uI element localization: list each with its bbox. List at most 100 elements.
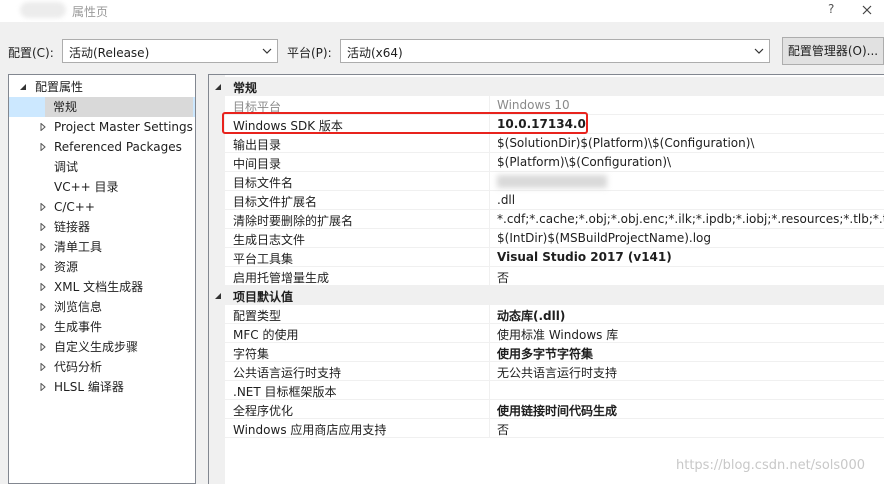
tree-item[interactable]: 资源 (9, 257, 195, 277)
window-title: 属性页 (72, 5, 109, 19)
property-name: 输出目录 (233, 138, 282, 152)
close-button[interactable] (856, 1, 878, 19)
property-value[interactable]: $(SolutionDir)$(Platform)\$(Configuratio… (497, 136, 754, 150)
tree-item[interactable]: HLSL 编译器 (9, 377, 195, 397)
property-name: 目标文件名 (233, 176, 294, 190)
property-grid: 常规 目标平台 Windows 10 Windows SDK 版本 10.0.1713… (208, 74, 884, 484)
property-name: .NET 目标框架版本 (233, 385, 337, 399)
config-toolbar: 配置(C): 活动(Release) 平台(P): 活动(x64) 配置管理器(… (0, 34, 884, 66)
column-divider (489, 305, 490, 324)
property-value[interactable]: *.cdf;*.cache;*.obj;*.obj.enc;*.ilk;*.ip… (497, 212, 884, 226)
property-row[interactable]: Windows 应用商店应用支持 否 (225, 419, 884, 438)
property-name: Windows 应用商店应用支持 (233, 423, 387, 437)
tree-item-label: HLSL 编译器 (54, 380, 124, 394)
expand-arrow-icon[interactable] (39, 223, 47, 231)
column-divider (489, 134, 490, 153)
property-value[interactable]: .dll (497, 193, 515, 207)
tree-item-label: 链接器 (54, 220, 91, 234)
tree-item[interactable]: 代码分析 (9, 357, 195, 377)
column-divider (489, 400, 490, 419)
expand-arrow-icon[interactable] (39, 363, 47, 371)
category-general[interactable]: 常规 (209, 77, 884, 96)
tree-item-label: VC++ 目录 (54, 180, 119, 194)
property-value[interactable]: 使用链接时间代码生成 (497, 402, 617, 419)
property-row[interactable]: MFC 的使用 使用标准 Windows 库 (225, 324, 884, 343)
property-value[interactable]: 否 (497, 421, 509, 438)
expand-arrow-icon[interactable] (39, 283, 47, 291)
property-row[interactable]: 配置类型 动态库(.dll) (225, 305, 884, 324)
property-row[interactable]: 公共语言运行时支持 无公共语言运行时支持 (225, 362, 884, 381)
column-divider (489, 153, 490, 172)
expand-arrow-icon[interactable] (39, 303, 47, 311)
expand-arrow-icon[interactable] (39, 383, 47, 391)
property-row[interactable]: 目标文件扩展名 .dll (225, 191, 884, 210)
config-dropdown[interactable]: 活动(Release) (62, 39, 278, 63)
tree-item[interactable]: VC++ 目录 (9, 177, 195, 197)
help-button[interactable]: ? (828, 2, 834, 16)
property-row[interactable]: 中间目录 $(Platform)\$(Configuration)\ (225, 153, 884, 172)
property-value[interactable]: Windows 10 (497, 98, 570, 112)
property-value[interactable]: $(Platform)\$(Configuration)\ (497, 155, 671, 169)
tree-item[interactable]: 常规 (9, 97, 195, 117)
collapse-icon[interactable] (214, 83, 222, 91)
property-row[interactable]: 输出目录 $(SolutionDir)$(Platform)\$(Configur… (225, 134, 884, 153)
expand-arrow-icon[interactable] (39, 323, 47, 331)
column-divider (489, 229, 490, 248)
config-manager-button[interactable]: 配置管理器(O)... (782, 37, 884, 65)
property-name: 生成日志文件 (233, 233, 306, 247)
property-row[interactable]: 清除时要删除的扩展名 *.cdf;*.cache;*.obj;*.obj.enc;… (225, 210, 884, 229)
property-name: 配置类型 (233, 309, 282, 323)
property-row[interactable]: 字符集 使用多字节字符集 (225, 343, 884, 362)
property-value[interactable]: Visual Studio 2017 (v141) (497, 250, 672, 264)
platform-dropdown[interactable]: 活动(x64) (340, 39, 770, 63)
column-divider (489, 419, 490, 438)
expand-arrow-icon[interactable] (39, 263, 47, 271)
property-value[interactable]: 无公共语言运行时支持 (497, 364, 617, 381)
tree-item[interactable]: XML 文档生成器 (9, 277, 195, 297)
tree-item[interactable]: 浏览信息 (9, 297, 195, 317)
expand-arrow-icon[interactable] (39, 343, 47, 351)
tree-item[interactable]: 清单工具 (9, 237, 195, 257)
tree-item[interactable]: 链接器 (9, 217, 195, 237)
tree-item[interactable]: 自定义生成步骤 (9, 337, 195, 357)
category-general-title: 常规 (233, 81, 258, 95)
tree-item[interactable]: 生成事件 (9, 317, 195, 337)
platform-value: 活动(x64) (347, 46, 403, 60)
tree-item[interactable]: 调试 (9, 157, 195, 177)
expand-arrow-icon[interactable] (39, 143, 47, 151)
column-divider (489, 248, 490, 267)
tree-item[interactable]: Project Master Settings (9, 117, 195, 137)
expand-arrow-icon[interactable] (39, 123, 47, 131)
property-row[interactable]: .NET 目标框架版本 (225, 381, 884, 400)
expand-arrow-icon[interactable] (39, 203, 47, 211)
category-defaults[interactable]: 项目默认值 (209, 286, 884, 305)
property-name: 启用托管增量生成 (233, 271, 330, 285)
property-row[interactable]: 启用托管增量生成 否 (225, 267, 884, 286)
property-value[interactable]: 动态库(.dll) (497, 307, 565, 324)
app-icon (20, 2, 66, 18)
tree-item-label: 资源 (54, 260, 79, 274)
column-divider (489, 381, 490, 400)
property-row[interactable]: 目标文件名 (225, 172, 884, 191)
tree-item[interactable]: C/C++ (9, 197, 195, 217)
column-divider (489, 324, 490, 343)
config-label: 配置(C): (8, 46, 54, 60)
tree-item-label: 调试 (54, 160, 79, 174)
collapse-icon[interactable] (214, 292, 222, 300)
property-row[interactable]: 全程序优化 使用链接时间代码生成 (225, 400, 884, 419)
expand-arrow-icon[interactable] (39, 243, 47, 251)
property-value[interactable]: $(IntDir)$(MSBuildProjectName).log (497, 231, 711, 245)
tree-root[interactable]: 配置属性 (9, 77, 195, 97)
property-value[interactable]: 使用多字节字符集 (497, 345, 593, 362)
tree-item-label: Project Master Settings (54, 120, 193, 134)
property-row[interactable]: 平台工具集 Visual Studio 2017 (v141) (225, 248, 884, 267)
chevron-down-icon (754, 48, 764, 54)
column-divider (489, 172, 490, 191)
property-value[interactable]: 否 (497, 269, 509, 286)
property-name: 平台工具集 (233, 252, 294, 266)
tree-item[interactable]: Referenced Packages (9, 137, 195, 157)
property-value[interactable]: 使用标准 Windows 库 (497, 326, 618, 343)
title-bar: 属性页 ? (0, 0, 884, 22)
config-tree: 配置属性 常规 Project Master Settings Referenced… (8, 74, 196, 484)
property-row[interactable]: 生成日志文件 $(IntDir)$(MSBuildProjectName).log (225, 229, 884, 248)
